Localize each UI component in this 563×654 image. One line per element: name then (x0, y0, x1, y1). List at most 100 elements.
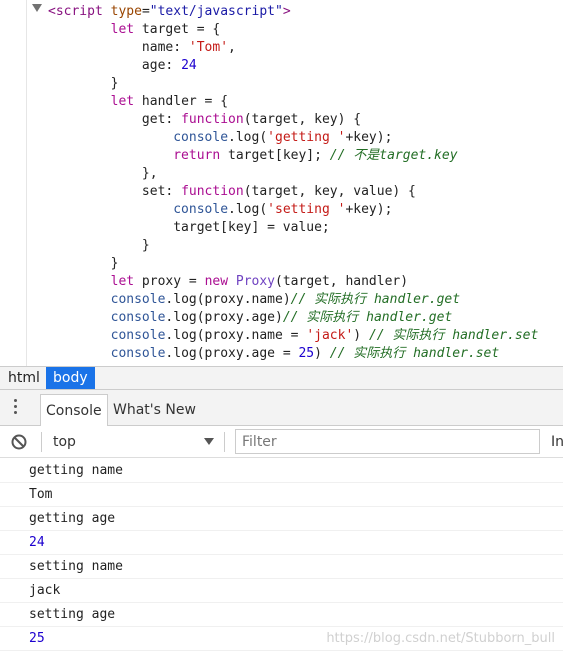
filter-input[interactable] (235, 429, 540, 454)
code-token: = (141, 4, 150, 19)
code-token: .log( (228, 202, 268, 217)
code-token: return (173, 148, 221, 163)
code-token: let (110, 274, 135, 289)
code-token: > (282, 4, 291, 19)
console-message: 24 (0, 531, 563, 555)
code-token: // 不是target.key (329, 148, 458, 163)
code-token: 'jack' (306, 328, 354, 343)
code-token: console (110, 292, 166, 307)
code-line: name: 'Tom', (48, 39, 236, 57)
code-token: .log(proxy.name = (165, 328, 307, 343)
code-token: target[key] = value; (48, 220, 330, 235)
code-token: .log(proxy.name) (165, 292, 291, 307)
more-menu-icon[interactable] (14, 399, 18, 417)
code-token: // 实际执行 handler.get (282, 310, 453, 325)
code-token: .log(proxy.age = (165, 346, 299, 361)
toolbar-divider (41, 432, 42, 452)
console-message: setting name (0, 555, 563, 579)
code-token: // 实际执行 handler.set (329, 346, 500, 361)
code-token: new (204, 274, 229, 289)
code-line: let target = { (48, 21, 221, 39)
breadcrumb-html[interactable]: html (1, 367, 47, 389)
tab-whats-new[interactable]: What's New (108, 394, 201, 426)
code-token: 25 (298, 346, 315, 361)
code-token: function (181, 112, 244, 127)
code-line: } (48, 255, 119, 273)
line-gutter (26, 0, 27, 366)
code-token: "text/javascript" (149, 4, 283, 19)
source-code-panel: <script type="text/javascript"> let targ… (0, 0, 563, 366)
console-message: jack (0, 579, 563, 603)
code-token: let (110, 94, 135, 109)
code-line: console.log('setting '+key); (48, 201, 392, 219)
code-token: target = { (134, 22, 221, 37)
code-token: +key); (345, 202, 393, 217)
code-token: 'getting ' (267, 130, 346, 145)
code-line: set: function(target, key, value) { (48, 183, 416, 201)
breadcrumb-body[interactable]: body (46, 367, 95, 389)
collapse-triangle-icon[interactable] (32, 4, 42, 12)
console-message: Tom (0, 483, 563, 507)
code-token: handler = { (134, 94, 229, 109)
context-selector[interactable]: top (53, 426, 76, 458)
code-token: ) (353, 328, 369, 343)
code-token: .log( (228, 130, 268, 145)
code-token: 'setting ' (267, 202, 346, 217)
context-dropdown-icon[interactable] (204, 438, 214, 445)
toolbar-divider (224, 432, 225, 452)
code-token: name: (48, 40, 189, 55)
code-token: type (110, 4, 142, 19)
code-line: console.log(proxy.name = 'jack') // 实际执行… (48, 327, 539, 345)
code-token: (target, handler) (275, 274, 409, 289)
code-token: } (48, 256, 119, 271)
code-line: get: function(target, key) { (48, 111, 361, 129)
code-line: }, (48, 165, 158, 183)
console-toolbar: top In (0, 426, 563, 458)
code-line: let handler = { (48, 93, 228, 111)
code-line: <script type="text/javascript"> (48, 3, 291, 21)
code-token: // 实际执行 handler.get (290, 292, 461, 307)
code-token: Proxy (235, 274, 276, 289)
code-token: function (181, 184, 244, 199)
code-token: console (110, 346, 166, 361)
tab-console[interactable]: Console (40, 394, 108, 426)
code-token: script (55, 4, 103, 19)
log-levels-dropdown[interactable]: In (551, 426, 563, 458)
code-token: (target, key, value) { (243, 184, 416, 199)
code-line: age: 24 (48, 57, 197, 75)
code-token: 24 (181, 58, 197, 73)
code-token: // 实际执行 handler.set (368, 328, 539, 343)
code-line: } (48, 237, 150, 255)
code-token: }, (48, 166, 158, 181)
code-token: < (48, 4, 56, 19)
code-token: target[key]; (220, 148, 330, 163)
code-token: } (48, 76, 119, 91)
console-message: getting age (0, 507, 563, 531)
drawer-tab-bar: Console What's New (0, 390, 563, 426)
code-line: } (48, 75, 119, 93)
code-token: get: (48, 112, 182, 127)
code-token: console (110, 328, 166, 343)
code-token: console (173, 202, 229, 217)
code-token: 'Tom' (188, 40, 229, 55)
code-token: proxy = (134, 274, 205, 289)
clear-console-icon[interactable] (11, 434, 27, 450)
code-token: .log(proxy.age) (165, 310, 283, 325)
watermark: https://blog.csdn.net/Stubborn_bull (326, 631, 555, 646)
code-token: set: (48, 184, 182, 199)
code-token: age: (48, 58, 182, 73)
console-message: setting age (0, 603, 563, 627)
code-line: return target[key]; // 不是target.key (48, 147, 458, 165)
code-token: console (173, 130, 229, 145)
